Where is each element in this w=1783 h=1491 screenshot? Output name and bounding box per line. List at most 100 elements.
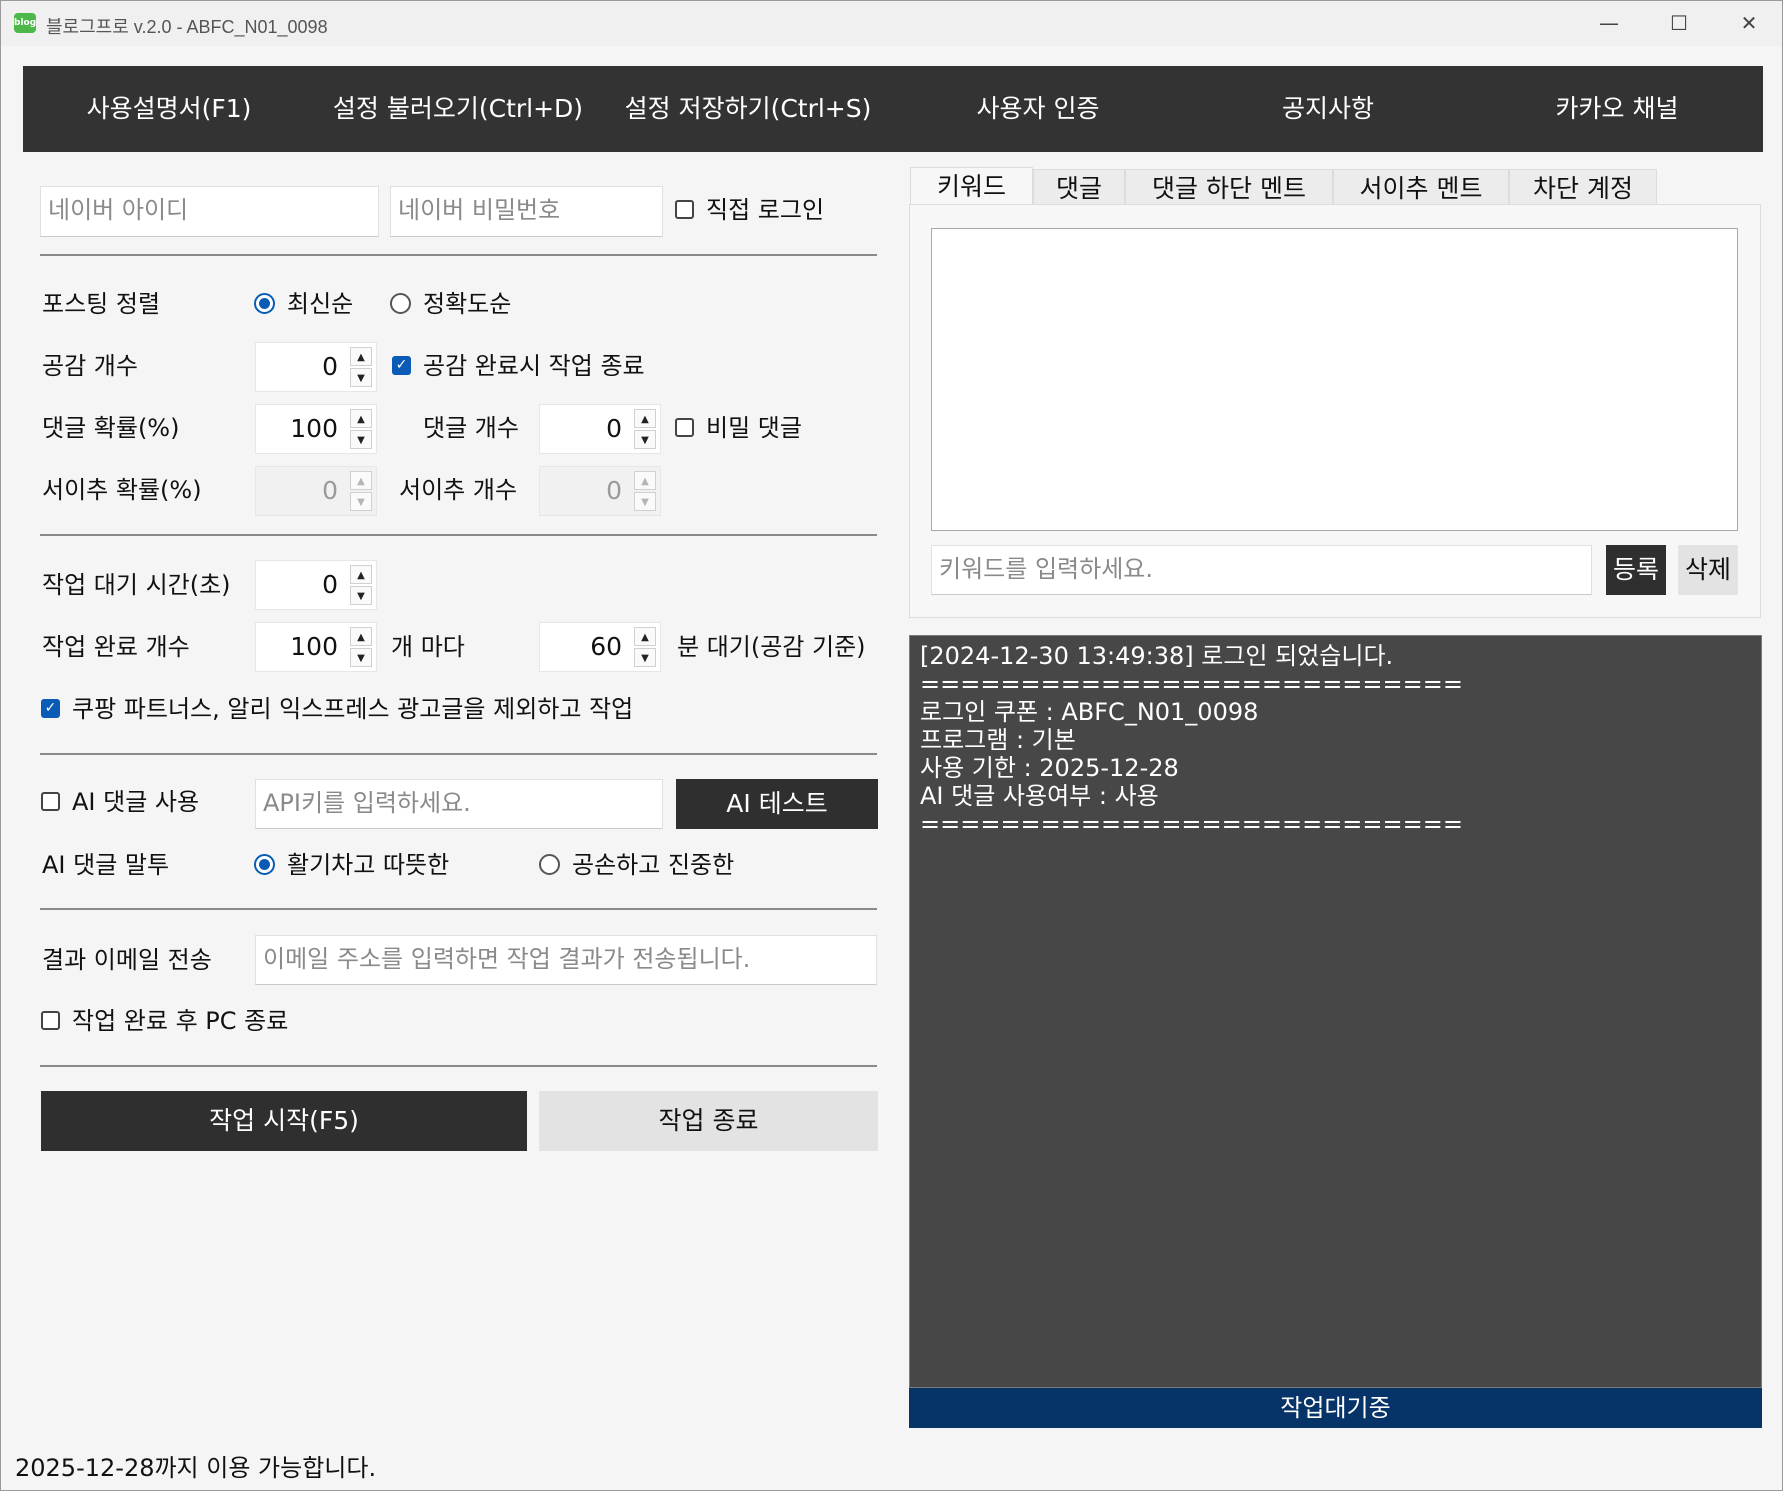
stop-on-like-complete-checkbox[interactable]: ✓: [392, 356, 411, 375]
wait-time-stepper[interactable]: 0 ▲ ▼: [255, 560, 377, 610]
secret-comment-checkbox[interactable]: [675, 418, 694, 437]
app-logo-icon: blog: [14, 13, 36, 33]
keyword-tab-panel: 키워드를 입력하세요. 등록 삭제: [909, 204, 1761, 618]
title-bar: blog 블로그프로 v.2.0 - ABFC_N01_0098 — ☐ ✕: [1, 1, 1782, 46]
wait-time-label: 작업 대기 시간(초): [42, 571, 231, 599]
naver-id-input[interactable]: 네이버 아이디: [40, 186, 379, 237]
comment-count-stepper[interactable]: 0 ▲ ▼: [539, 404, 661, 454]
register-button[interactable]: 등록: [1606, 545, 1666, 595]
tone-polite-radio[interactable]: [539, 854, 560, 875]
menu-kakao-channel[interactable]: 카카오 채널: [1556, 66, 1679, 152]
complete-count-label: 작업 완료 개수: [42, 633, 190, 661]
menu-user-auth[interactable]: 사용자 인증: [977, 66, 1100, 152]
exclude-ads-checkbox[interactable]: ✓: [41, 699, 60, 718]
tab-comment-footer[interactable]: 댓글 하단 멘트: [1125, 169, 1333, 207]
sort-accuracy-label: 정확도순: [423, 290, 512, 318]
tab-neighbor-message[interactable]: 서이추 멘트: [1333, 169, 1509, 207]
email-input[interactable]: 이메일 주소를 입력하면 작업 결과가 전송됩니다.: [255, 935, 877, 985]
divider: [40, 753, 877, 755]
email-label: 결과 이메일 전송: [42, 946, 212, 974]
ai-test-button[interactable]: AI 테스트: [676, 779, 878, 829]
stepper-down-icon[interactable]: ▼: [350, 648, 372, 667]
divider: [40, 254, 877, 256]
log-line: [2024-12-30 13:49:38] 로그인 되었습니다.: [920, 642, 1394, 670]
stepper-down-icon[interactable]: ▼: [634, 648, 656, 667]
log-line: ===========================: [920, 810, 1463, 838]
tab-blocked-accounts[interactable]: 차단 계정: [1509, 169, 1657, 207]
neighbor-probability-stepper: 0 ▲ ▼: [255, 466, 377, 516]
sort-latest-label: 최신순: [287, 290, 354, 318]
stepper-up-icon: ▲: [350, 471, 372, 490]
stepper-up-icon: ▲: [634, 471, 656, 490]
tone-cheerful-radio[interactable]: [254, 854, 275, 875]
api-key-input[interactable]: API키를 입력하세요.: [255, 779, 663, 829]
stop-on-like-complete-label: 공감 완료시 작업 종료: [423, 352, 645, 380]
secret-comment-label: 비밀 댓글: [706, 414, 802, 442]
tone-polite-label: 공손하고 진중한: [572, 851, 735, 879]
neighbor-count-stepper: 0 ▲ ▼: [539, 466, 661, 516]
shutdown-checkbox[interactable]: [41, 1011, 60, 1030]
ai-comment-checkbox[interactable]: [41, 792, 60, 811]
wait-minutes-stepper[interactable]: 60 ▲ ▼: [539, 622, 661, 672]
stepper-down-icon[interactable]: ▼: [350, 586, 372, 605]
delete-button[interactable]: 삭제: [1678, 545, 1738, 595]
log-line: 로그인 쿠폰 : ABFC_N01_0098: [920, 698, 1259, 726]
stepper-down-icon[interactable]: ▼: [350, 368, 372, 387]
sort-latest-radio[interactable]: [254, 293, 275, 314]
like-count-label: 공감 개수: [42, 352, 138, 380]
menu-notice[interactable]: 공지사항: [1282, 66, 1374, 152]
direct-login-label: 직접 로그인: [706, 196, 825, 224]
stepper-down-icon: ▼: [634, 492, 656, 511]
tab-comment[interactable]: 댓글: [1033, 169, 1125, 207]
stepper-up-icon[interactable]: ▲: [634, 627, 656, 646]
ai-comment-label: AI 댓글 사용: [72, 788, 200, 816]
menu-load-settings[interactable]: 설정 불러오기(Ctrl+D): [333, 66, 583, 152]
direct-login-checkbox[interactable]: [675, 200, 694, 219]
maximize-icon[interactable]: ☐: [1644, 1, 1714, 46]
menu-save-settings[interactable]: 설정 저장하기(Ctrl+S): [625, 66, 872, 152]
log-line: 사용 기한 : 2025-12-28: [920, 754, 1179, 782]
comment-count-label: 댓글 개수: [423, 414, 519, 442]
divider: [40, 1065, 877, 1067]
every-label: 개 마다: [391, 633, 465, 661]
exclude-ads-label: 쿠팡 파트너스, 알리 익스프레스 광고글을 제외하고 작업: [72, 695, 634, 723]
stepper-up-icon[interactable]: ▲: [350, 347, 372, 366]
minimize-icon[interactable]: —: [1574, 1, 1644, 46]
stepper-down-icon[interactable]: ▼: [634, 430, 656, 449]
shutdown-label: 작업 완료 후 PC 종료: [72, 1007, 289, 1035]
stepper-up-icon[interactable]: ▲: [350, 627, 372, 646]
app-window: blog 블로그프로 v.2.0 - ABFC_N01_0098 — ☐ ✕ 사…: [0, 0, 1783, 1491]
tone-cheerful-label: 활기차고 따뜻한: [287, 851, 450, 879]
complete-count-stepper[interactable]: 100 ▲ ▼: [255, 622, 377, 672]
comment-probability-label: 댓글 확률(%): [42, 414, 180, 442]
stepper-up-icon[interactable]: ▲: [634, 409, 656, 428]
divider: [40, 534, 877, 536]
log-panel[interactable]: [2024-12-30 13:49:38] 로그인 되었습니다. =======…: [909, 635, 1762, 1388]
menu-manual[interactable]: 사용설명서(F1): [87, 66, 252, 152]
license-expiry-text: 2025-12-28까지 이용 가능합니다.: [15, 1454, 377, 1482]
log-line: 프로그램 : 기본: [920, 726, 1076, 754]
stepper-down-icon[interactable]: ▼: [350, 430, 372, 449]
log-line: ===========================: [920, 670, 1463, 698]
naver-password-input[interactable]: 네이버 비밀번호: [390, 186, 663, 237]
ai-tone-label: AI 댓글 말투: [42, 851, 170, 879]
stop-button[interactable]: 작업 종료: [539, 1091, 878, 1151]
start-button[interactable]: 작업 시작(F5): [41, 1091, 527, 1151]
stepper-down-icon: ▼: [350, 492, 372, 511]
window-title: 블로그프로 v.2.0 - ABFC_N01_0098: [46, 17, 328, 37]
menu-bar: 사용설명서(F1) 설정 불러오기(Ctrl+D) 설정 저장하기(Ctrl+S…: [23, 66, 1763, 152]
sort-accuracy-radio[interactable]: [390, 293, 411, 314]
wait-minutes-label: 분 대기(공감 기준): [677, 633, 866, 661]
stepper-up-icon[interactable]: ▲: [350, 409, 372, 428]
posting-sort-label: 포스팅 정렬: [42, 290, 161, 318]
neighbor-count-label: 서이추 개수: [399, 476, 518, 504]
keyword-list[interactable]: [931, 228, 1738, 531]
keyword-input[interactable]: 키워드를 입력하세요.: [931, 545, 1592, 595]
tab-keyword[interactable]: 키워드: [910, 167, 1033, 207]
stepper-up-icon[interactable]: ▲: [350, 565, 372, 584]
close-icon[interactable]: ✕: [1714, 1, 1783, 46]
status-bar: 작업대기중: [909, 1388, 1762, 1428]
divider: [40, 908, 877, 910]
comment-probability-stepper[interactable]: 100 ▲ ▼: [255, 404, 377, 454]
like-count-stepper[interactable]: 0 ▲ ▼: [255, 342, 377, 392]
